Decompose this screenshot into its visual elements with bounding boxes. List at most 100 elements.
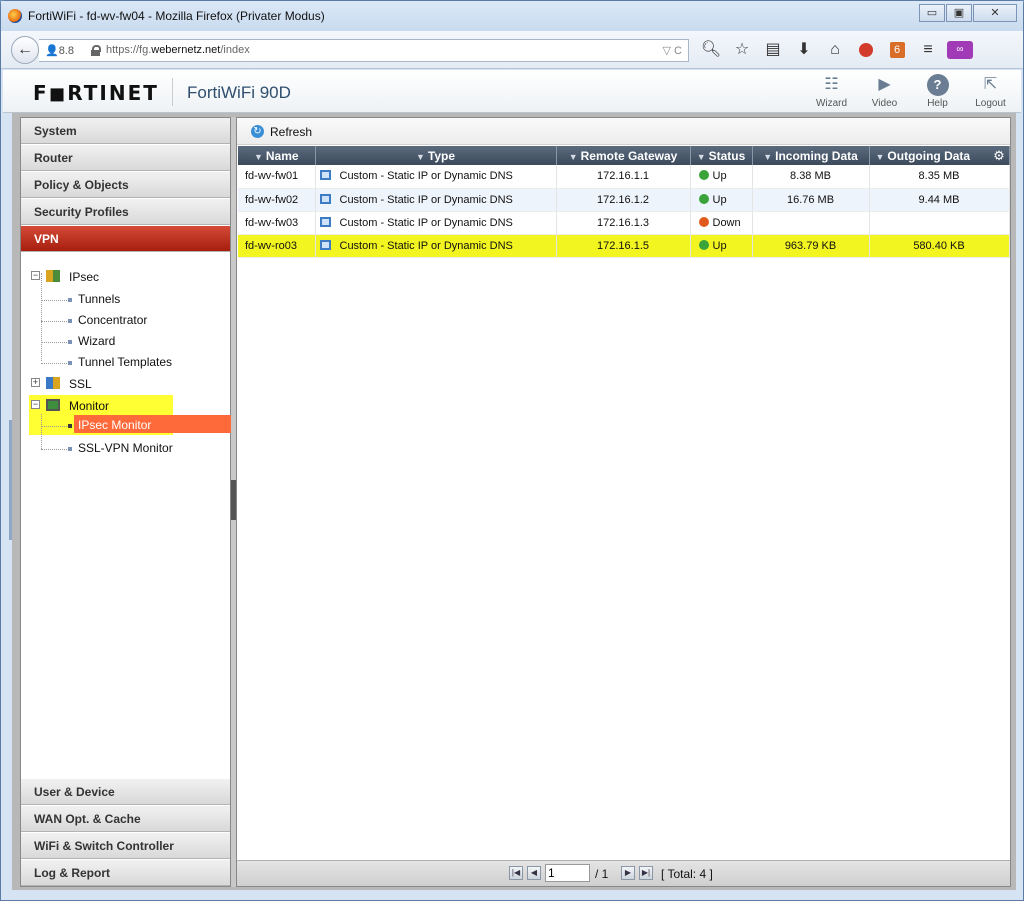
wizard-label: Wizard: [815, 98, 848, 109]
column-header-label: Name: [265, 148, 299, 163]
leaf-bullet-icon: [68, 424, 72, 428]
tree-item-concentrator[interactable]: Concentrator: [78, 313, 147, 327]
menu-icon[interactable]: ≡: [916, 39, 940, 61]
filter-icon: ▼: [763, 151, 773, 162]
sidebar-section-wifi-switch-controller[interactable]: WiFi & Switch Controller: [21, 833, 230, 859]
window-title: FortiWiFi - fd-wv-fw04 - Mozilla Firefox…: [28, 9, 325, 23]
left-edge-grip[interactable]: [9, 420, 12, 540]
tunnel-type-icon: [319, 193, 331, 204]
addon-badge: 6: [889, 41, 905, 58]
home-icon[interactable]: ⌂: [823, 39, 847, 61]
cell-type: Custom - Static IP or Dynamic DNS: [315, 211, 557, 235]
cell-outgoing-data: 8.35 MB: [869, 165, 1010, 189]
status-down-icon: [698, 216, 709, 227]
prev-page-button[interactable]: ◀: [527, 866, 541, 880]
sidebar-section-log-report[interactable]: Log & Report: [21, 860, 230, 886]
maximize-button[interactable]: ▣: [946, 4, 972, 22]
tree-item-ipsec-monitor[interactable]: IPsec Monitor: [78, 418, 151, 432]
star-icon[interactable]: ☆: [730, 39, 754, 61]
download-icon[interactable]: ⬇: [792, 39, 816, 61]
tree-line: [41, 300, 67, 301]
cell-outgoing-data: [869, 211, 1010, 235]
column-header-label: Outgoing Data: [887, 148, 971, 163]
navigation-bar: ← 👤8.8 https://fg.webernetz.net/index ▽ …: [1, 31, 1023, 69]
tree-item-ssl[interactable]: SSL: [69, 377, 92, 391]
video-button[interactable]: ▶ Video: [858, 74, 911, 109]
cell-status-label: Up: [712, 239, 727, 252]
ssl-expand-toggle[interactable]: +: [31, 378, 40, 387]
reader-icon[interactable]: ▤: [761, 39, 785, 61]
first-page-button[interactable]: |◀: [509, 866, 523, 880]
firefox-icon: [8, 9, 22, 23]
last-page-button[interactable]: ▶|: [639, 866, 653, 880]
cell-outgoing-data: 580.40 KB: [869, 234, 1010, 258]
sidebar-section-vpn[interactable]: VPN: [21, 226, 230, 252]
cell-type-label: Custom - Static IP or Dynamic DNS: [339, 216, 513, 229]
tree-item-ipsec[interactable]: IPsec: [69, 270, 99, 284]
tree-item-monitor[interactable]: Monitor: [69, 399, 109, 413]
leaf-bullet-icon: [68, 340, 72, 344]
tree-item-wizard[interactable]: Wizard: [78, 334, 115, 348]
refresh-icon[interactable]: ↻: [251, 125, 264, 138]
cell-status: Up: [690, 165, 753, 189]
ipsec-collapse-toggle[interactable]: −: [31, 271, 40, 280]
column-header-remote-gateway[interactable]: ▼ Remote Gateway: [556, 146, 691, 165]
sidebar-section-system[interactable]: System: [21, 118, 230, 144]
column-header-label: Incoming Data: [775, 148, 858, 163]
column-header-name[interactable]: ▼ Name: [238, 146, 316, 165]
tree-line: [41, 321, 67, 322]
help-button[interactable]: ? Help: [911, 74, 964, 109]
tree-item-tunnel-templates[interactable]: Tunnel Templates: [78, 355, 172, 369]
column-header-type[interactable]: ▼ Type: [315, 146, 557, 165]
cell-type: Custom - Static IP or Dynamic DNS: [315, 165, 557, 189]
table-row[interactable]: fd-wv-fw02 Custom - Static IP or Dynamic…: [238, 188, 1010, 212]
tree-line: [41, 414, 42, 449]
logout-button[interactable]: ⇱ Logout: [964, 74, 1017, 109]
leaf-bullet-icon: [68, 447, 72, 451]
cell-type-label: Custom - Static IP or Dynamic DNS: [339, 193, 513, 206]
device-model: FortiWiFi 90D: [187, 83, 291, 102]
reload-dropdown[interactable]: ▽ C: [663, 44, 682, 57]
monitor-collapse-toggle[interactable]: −: [31, 400, 40, 409]
tree-item-tunnels[interactable]: Tunnels: [78, 292, 120, 306]
tree-item-ssl-vpn-monitor[interactable]: SSL-VPN Monitor: [78, 441, 173, 455]
leaf-bullet-icon: [68, 319, 72, 323]
sidebar-section-wan-opt-cache[interactable]: WAN Opt. & Cache: [21, 806, 230, 832]
table-row[interactable]: fd-wv-fw01 Custom - Static IP or Dynamic…: [238, 165, 1010, 189]
table-row[interactable]: fd-wv-ro03 Custom - Static IP or Dynamic…: [238, 234, 1010, 258]
refresh-button[interactable]: Refresh: [270, 125, 312, 139]
column-header-incoming-data[interactable]: ▼ Incoming Data: [752, 146, 870, 165]
help-icon: ?: [926, 74, 949, 96]
lock-icon: [91, 45, 101, 56]
column-header-label: Status: [708, 148, 746, 163]
sidebar-section-user-device[interactable]: User & Device: [21, 779, 230, 805]
header-tools: ☷ Wizard ▶ Video ? Help ⇱ Logout: [805, 74, 1017, 109]
sidebar-section-router[interactable]: Router: [21, 145, 230, 171]
back-button[interactable]: ←: [11, 36, 39, 64]
column-header-label: Remote Gateway: [580, 148, 678, 163]
ipsec-monitor-panel: ↻ Refresh ▼ Name ▼ Type ▼ Remote Gateway ▼ S…: [236, 117, 1011, 887]
sidebar-section-security-profiles[interactable]: Security Profiles: [21, 199, 230, 225]
sidebar-section-policy-objects[interactable]: Policy & Objects: [21, 172, 230, 198]
cell-outgoing-data: 9.44 MB: [869, 188, 1010, 212]
adblock-icon[interactable]: [854, 39, 878, 61]
next-page-button[interactable]: ▶: [621, 866, 635, 880]
content-toolbar: ↻ Refresh: [237, 118, 1010, 145]
cell-incoming-data: [752, 211, 870, 235]
table-row[interactable]: fd-wv-fw03 Custom - Static IP or Dynamic…: [238, 211, 1010, 235]
column-header-status[interactable]: ▼ Status: [690, 146, 753, 165]
wizard-button[interactable]: ☷ Wizard: [805, 74, 858, 109]
sidebar-bottom-sections: User & Device WAN Opt. & Cache WiFi & Sw…: [21, 779, 230, 886]
url-bar[interactable]: 👤8.8 https://fg.webernetz.net/index ▽ C: [39, 39, 689, 62]
column-header-outgoing-data[interactable]: ▼ Outgoing Data: [869, 146, 1010, 165]
page-number-input[interactable]: 1: [545, 864, 590, 882]
table-header-row: ▼ Name ▼ Type ▼ Remote Gateway ▼ Status ▼ Inc…: [238, 146, 1010, 165]
ssl-icon: [46, 377, 60, 389]
fortigate-header: F◼RTINET FortiWiFi 90D ☷ Wizard ▶ Video ? H…: [3, 70, 1021, 113]
column-settings-gear-icon[interactable]: ⚙: [991, 148, 1007, 164]
tunnel-type-icon: [319, 239, 331, 250]
close-button[interactable]: ✕: [973, 4, 1017, 22]
search-icon[interactable]: 🔍︎: [699, 39, 723, 61]
minimize-button[interactable]: ▭: [919, 4, 945, 22]
addon-icon[interactable]: 6: [885, 39, 909, 61]
